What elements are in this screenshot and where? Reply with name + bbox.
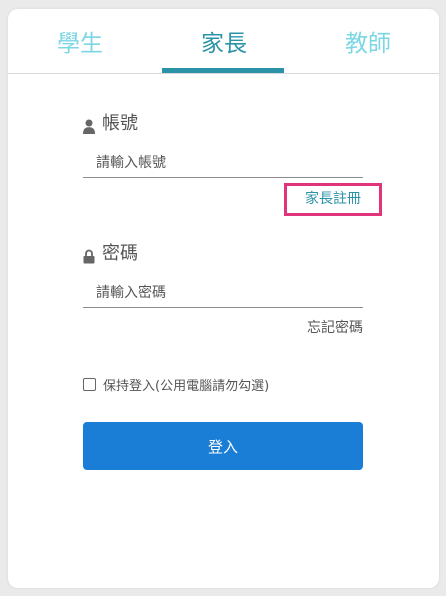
account-label: 帳號: [102, 113, 138, 134]
parent-register-link[interactable]: 家長註冊: [284, 183, 382, 216]
password-label: 密碼: [102, 243, 138, 264]
login-button[interactable]: 登入: [83, 422, 363, 470]
tab-teacher[interactable]: 教師: [298, 29, 438, 59]
user-icon: [83, 117, 95, 134]
account-input[interactable]: [83, 148, 363, 178]
remember-login-checkbox[interactable]: [83, 378, 96, 391]
lock-icon: [83, 247, 95, 263]
login-card: 學生 家長 教師 帳號 家長註冊 密碼 忘記密碼 保持登入(公用電腦請勿勾選) …: [8, 9, 439, 588]
tab-student[interactable]: 學生: [10, 29, 150, 59]
remember-login-row: 保持登入(公用電腦請勿勾選): [83, 375, 269, 394]
account-label-row: 帳號: [83, 112, 138, 136]
role-tabs: 學生 家長 教師: [8, 9, 439, 74]
active-tab-indicator: [162, 68, 284, 73]
password-input[interactable]: [83, 278, 363, 308]
tab-parent[interactable]: 家長: [154, 29, 294, 59]
remember-login-label: 保持登入(公用電腦請勿勾選): [103, 379, 270, 394]
password-label-row: 密碼: [83, 242, 138, 266]
forgot-password-link[interactable]: 忘記密碼: [288, 318, 363, 338]
